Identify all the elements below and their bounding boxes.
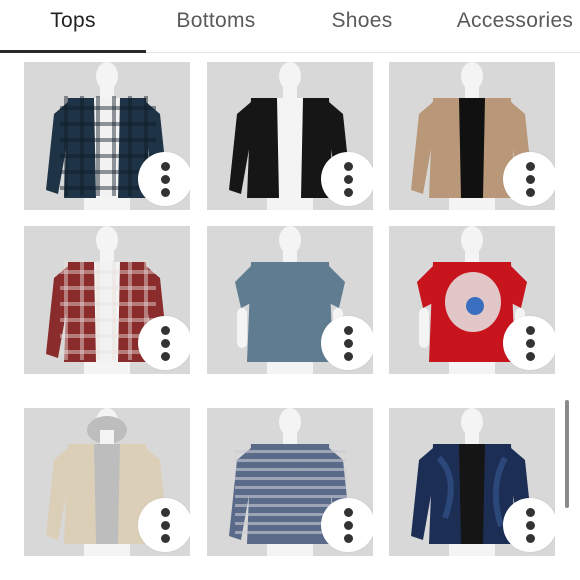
- clothing-item-card[interactable]: [207, 62, 373, 210]
- more-dots-icon: [160, 338, 170, 348]
- scrollbar[interactable]: [565, 400, 569, 508]
- tab-label: Shoes: [331, 9, 393, 32]
- clothing-item-card[interactable]: [389, 226, 555, 374]
- more-dots-icon: [343, 507, 353, 517]
- more-dots-icon: [525, 507, 535, 517]
- tab-bottoms[interactable]: Bottoms: [160, 0, 272, 52]
- more-dots-icon: [525, 351, 535, 361]
- item-grid: [24, 62, 555, 580]
- clothing-item-card[interactable]: [207, 226, 373, 374]
- clothing-item-card[interactable]: [24, 408, 190, 556]
- more-options-button[interactable]: [503, 498, 555, 552]
- more-dots-icon: [343, 174, 353, 184]
- more-dots-icon: [525, 325, 535, 335]
- more-dots-icon: [525, 520, 535, 530]
- more-options-button[interactable]: [321, 316, 373, 370]
- more-dots-icon: [525, 174, 535, 184]
- tab-shoes[interactable]: Shoes: [312, 0, 412, 52]
- category-tabs: Tops Bottoms Shoes Accessories: [0, 0, 580, 53]
- tab-label: Bottoms: [176, 9, 256, 32]
- more-dots-icon: [160, 174, 170, 184]
- clothing-item-card[interactable]: [24, 226, 190, 374]
- more-dots-icon: [525, 187, 535, 197]
- more-options-button[interactable]: [138, 152, 190, 206]
- more-dots-icon: [525, 161, 535, 171]
- more-dots-icon: [343, 520, 353, 530]
- more-dots-icon: [343, 533, 353, 543]
- clothing-item-card[interactable]: [207, 408, 373, 556]
- more-dots-icon: [343, 161, 353, 171]
- more-dots-icon: [160, 533, 170, 543]
- more-dots-icon: [160, 507, 170, 517]
- clothing-item-card[interactable]: [389, 408, 555, 556]
- more-options-button[interactable]: [503, 152, 555, 206]
- more-dots-icon: [160, 325, 170, 335]
- more-options-button[interactable]: [503, 316, 555, 370]
- more-dots-icon: [525, 338, 535, 348]
- more-dots-icon: [343, 338, 353, 348]
- tab-label: Accessories: [456, 9, 574, 32]
- more-options-button[interactable]: [321, 152, 373, 206]
- more-dots-icon: [160, 520, 170, 530]
- active-tab-indicator: [0, 50, 146, 53]
- more-dots-icon: [343, 325, 353, 335]
- more-options-button[interactable]: [138, 498, 190, 552]
- more-dots-icon: [525, 533, 535, 543]
- tab-label: Tops: [50, 9, 96, 32]
- more-dots-icon: [343, 351, 353, 361]
- more-dots-icon: [343, 187, 353, 197]
- tab-accessories[interactable]: Accessories: [450, 0, 580, 52]
- tab-tops[interactable]: Tops: [0, 0, 146, 53]
- more-dots-icon: [160, 161, 170, 171]
- clothing-item-card[interactable]: [389, 62, 555, 210]
- more-dots-icon: [160, 187, 170, 197]
- more-dots-icon: [160, 351, 170, 361]
- more-options-button[interactable]: [321, 498, 373, 552]
- clothing-item-card[interactable]: [24, 62, 190, 210]
- more-options-button[interactable]: [138, 316, 190, 370]
